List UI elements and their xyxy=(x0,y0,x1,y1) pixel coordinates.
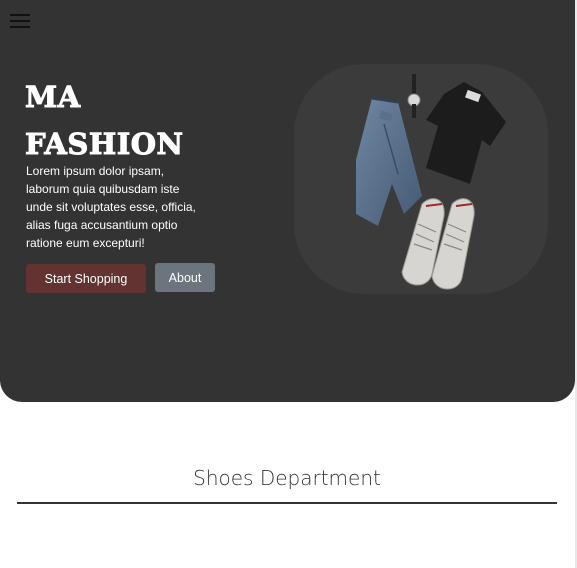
brand-line-1: MA xyxy=(25,80,81,115)
menu-bar xyxy=(10,20,30,22)
tshirt-image xyxy=(426,82,506,184)
brand-line-2: FASHION xyxy=(25,127,184,162)
section-divider xyxy=(17,502,557,504)
start-shopping-button[interactable]: Start Shopping xyxy=(26,264,146,293)
hero-description: Lorem ipsum dolor ipsam, laborum quia qu… xyxy=(26,164,196,250)
hamburger-menu-icon[interactable] xyxy=(10,12,30,30)
menu-bar xyxy=(10,26,30,28)
hero-section: MA FASHION Lorem ipsum dolor ipsam, labo… xyxy=(0,0,575,402)
sneakers-image xyxy=(401,198,475,290)
watch-image xyxy=(407,74,421,118)
outfit-illustration xyxy=(356,74,506,290)
brand-title: MA FASHION xyxy=(25,74,245,168)
about-button[interactable]: About xyxy=(155,263,215,292)
section-title: Shoes Department xyxy=(193,466,381,490)
hero-outfit-image xyxy=(294,64,548,294)
menu-bar xyxy=(10,14,30,16)
